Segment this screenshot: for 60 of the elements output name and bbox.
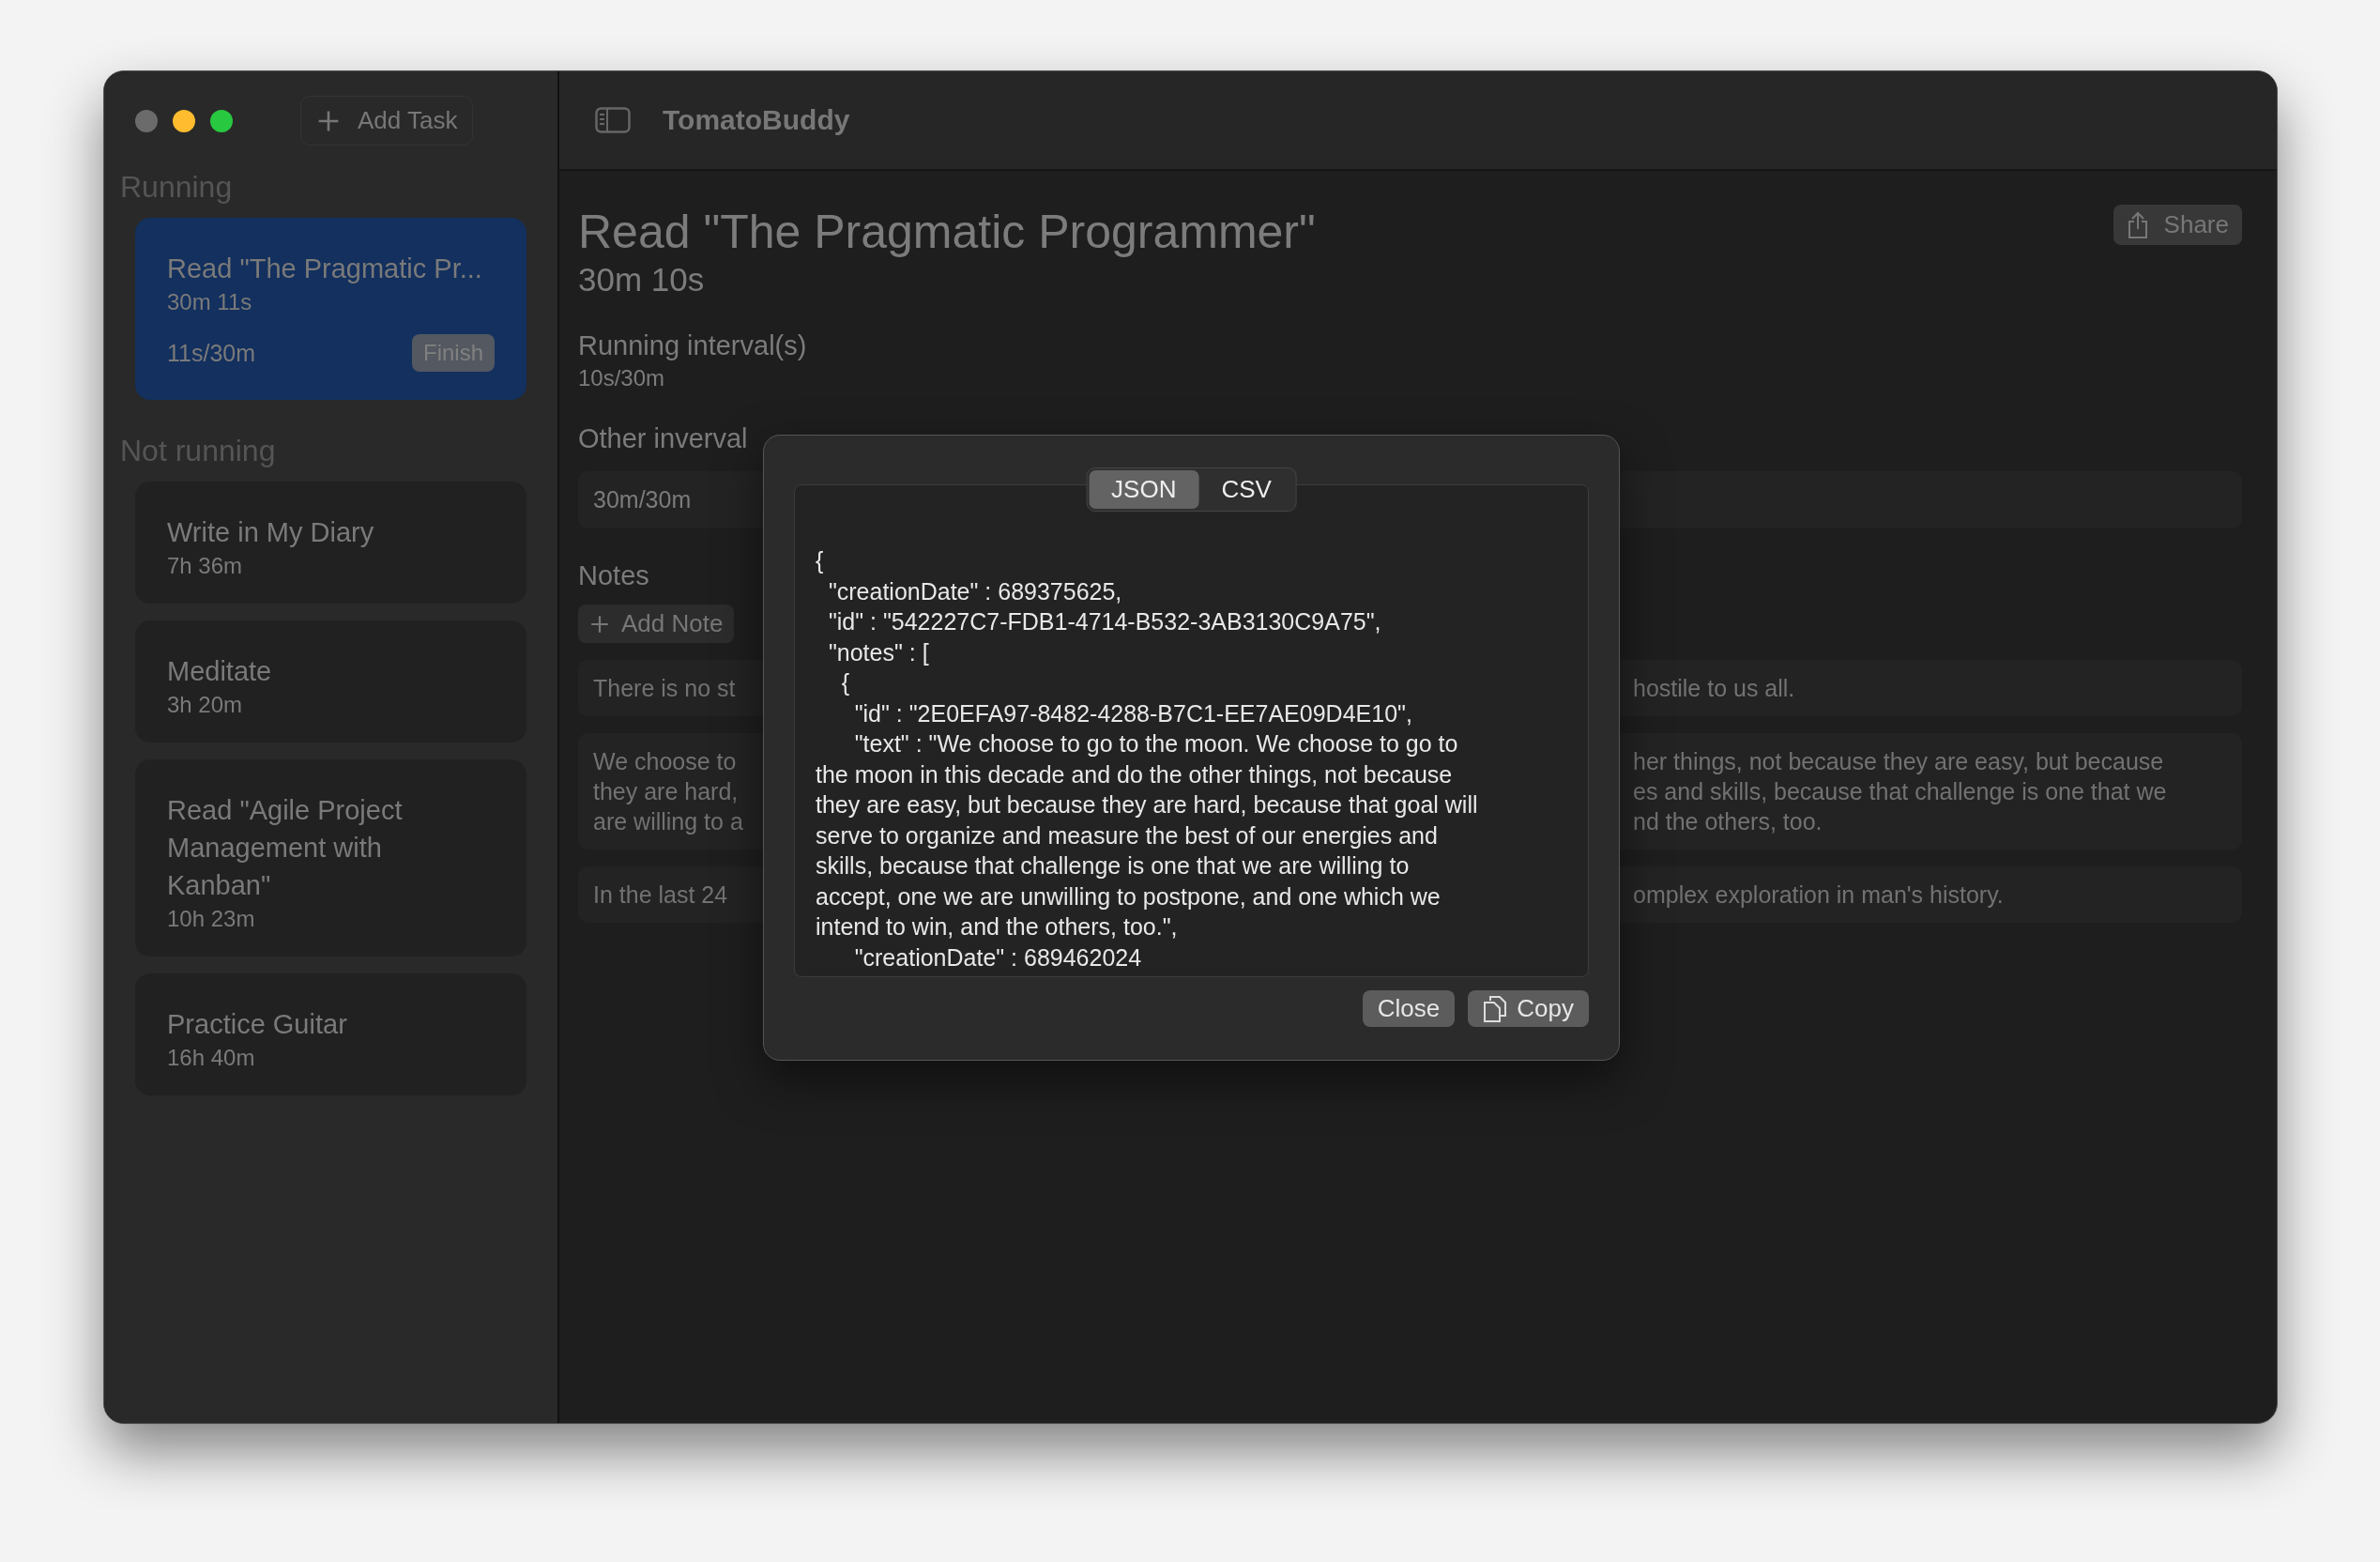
copy-icon: [1483, 994, 1508, 1023]
code-line: intend to win, and the others, too.",: [816, 912, 1179, 942]
code-line: accept, one we are unwilling to postpone, and one which we: [816, 881, 1442, 911]
task-duration: 10h 23m: [167, 906, 256, 932]
task-card[interactable]: Read "Agile Project Management with Kanban" 10h 23m: [135, 759, 526, 957]
section-label: Other inverval: [578, 423, 748, 454]
code-line: "creationDate" : 689462024: [853, 942, 1143, 972]
note-text: her things, not because they are easy, but because: [1633, 747, 2165, 776]
format-tab[interactable]: JSON: [1089, 470, 1199, 509]
app-title: TomatoBuddy: [663, 104, 850, 136]
add-note-button[interactable]: Add Note: [578, 605, 735, 643]
task-card[interactable]: Write in My Diary 7h 36m: [135, 482, 526, 604]
task-duration: 30m 10s: [578, 261, 706, 299]
code-line: the moon in this decade and do the other things, not because: [816, 759, 1454, 789]
code-line: "id" : "2E0EFA97-8482-4288-B7C1-EE7AE09D4E10",: [853, 698, 1413, 728]
task-name: Practice Guitar: [167, 1008, 348, 1041]
note-text: omplex exploration in man's history.: [1633, 881, 2005, 910]
task-duration: 16h 40m: [167, 1045, 256, 1071]
interval-progress: 11s/30m: [167, 339, 256, 367]
note-text: There is no st: [593, 674, 737, 703]
task-duration: 30m 11s: [167, 289, 253, 315]
close-button[interactable]: [135, 109, 158, 132]
code-line: "text" : "We choose to go to the moon. We choose to go to: [853, 729, 1459, 758]
note-text: es and skills, because that challenge is one that we: [1633, 777, 2168, 806]
task-title: Read "The Pragmatic Programmer": [578, 205, 1316, 259]
code-line: "notes" : [: [827, 637, 930, 667]
minimize-button[interactable]: [173, 109, 195, 132]
interval-value: 10s/30m: [578, 365, 666, 391]
code-line: "creationDate" : 689375625,: [827, 576, 1123, 606]
task-name: Read "The Pragmatic Pr...: [167, 253, 483, 285]
code-line: {: [840, 668, 851, 697]
zoom-button[interactable]: [210, 109, 233, 132]
note-text: In the last 24: [593, 881, 729, 910]
copy-button[interactable]: Copy: [1468, 990, 1589, 1027]
sidebar-toggle-icon[interactable]: [595, 107, 631, 133]
section-label: Running interval(s): [578, 330, 807, 361]
note-text: hostile to us all.: [1633, 674, 1796, 703]
note-text: nd the others, too.: [1633, 807, 1823, 836]
task-card[interactable]: Meditate 3h 20m: [135, 620, 526, 743]
task-duration: 7h 36m: [167, 553, 244, 579]
task-name: Read "Agile Project Management with Kanban": [167, 794, 404, 902]
add-task-button[interactable]: Add Task: [300, 96, 474, 145]
code-line: they are easy, but because they are hard, because that goal will: [816, 790, 1479, 819]
close-button[interactable]: Close: [1362, 990, 1456, 1027]
task-name: Write in My Diary: [167, 516, 375, 549]
task-duration: 3h 20m: [167, 692, 244, 718]
code-line: skills, because that challenge is one that we are willing to: [816, 851, 1411, 881]
code-line: "id" : "542227C7-FDB1-4714-B532-3AB3130C9A75",: [827, 607, 1382, 636]
note-text: they are hard,: [593, 777, 740, 806]
section-label: Notes: [578, 560, 649, 591]
task-card[interactable]: Practice Guitar 16h 40m: [135, 973, 526, 1095]
plus-icon: [589, 613, 610, 635]
code-line: {: [816, 546, 825, 575]
code-line: serve to organize and measure the best of our energies and: [816, 820, 1439, 850]
share-icon: [2126, 210, 2149, 239]
note-text: are willing to a: [593, 807, 744, 836]
format-tab[interactable]: CSV: [1198, 470, 1294, 509]
task-name: Meditate: [167, 655, 273, 688]
note-text: We choose to: [593, 747, 738, 776]
share-button[interactable]: Share: [2113, 205, 2242, 245]
